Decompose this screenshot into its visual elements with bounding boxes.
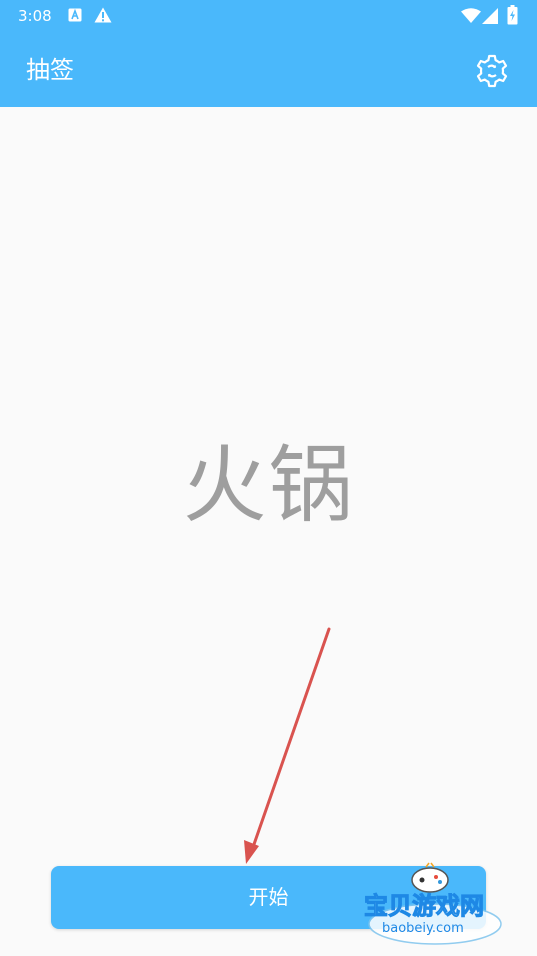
notification-a-icon <box>68 7 82 26</box>
app-bar: 抽签 <box>0 34 537 107</box>
wifi-icon <box>461 8 481 27</box>
warning-icon <box>94 7 112 27</box>
signal-icon <box>482 8 498 28</box>
status-time: 3:08 <box>18 7 52 25</box>
draw-result: 火锅 <box>182 436 355 534</box>
settings-button[interactable] <box>470 49 514 93</box>
app-screen: 3:08 抽签 火锅 开始 宝贝游戏网 baobeiy.com <box>0 0 537 956</box>
status-bar: 3:08 <box>0 0 537 34</box>
start-button[interactable]: 开始 <box>51 866 486 929</box>
gear-icon <box>476 54 508 88</box>
battery-charging-icon <box>507 5 518 29</box>
app-title: 抽签 <box>26 56 74 84</box>
